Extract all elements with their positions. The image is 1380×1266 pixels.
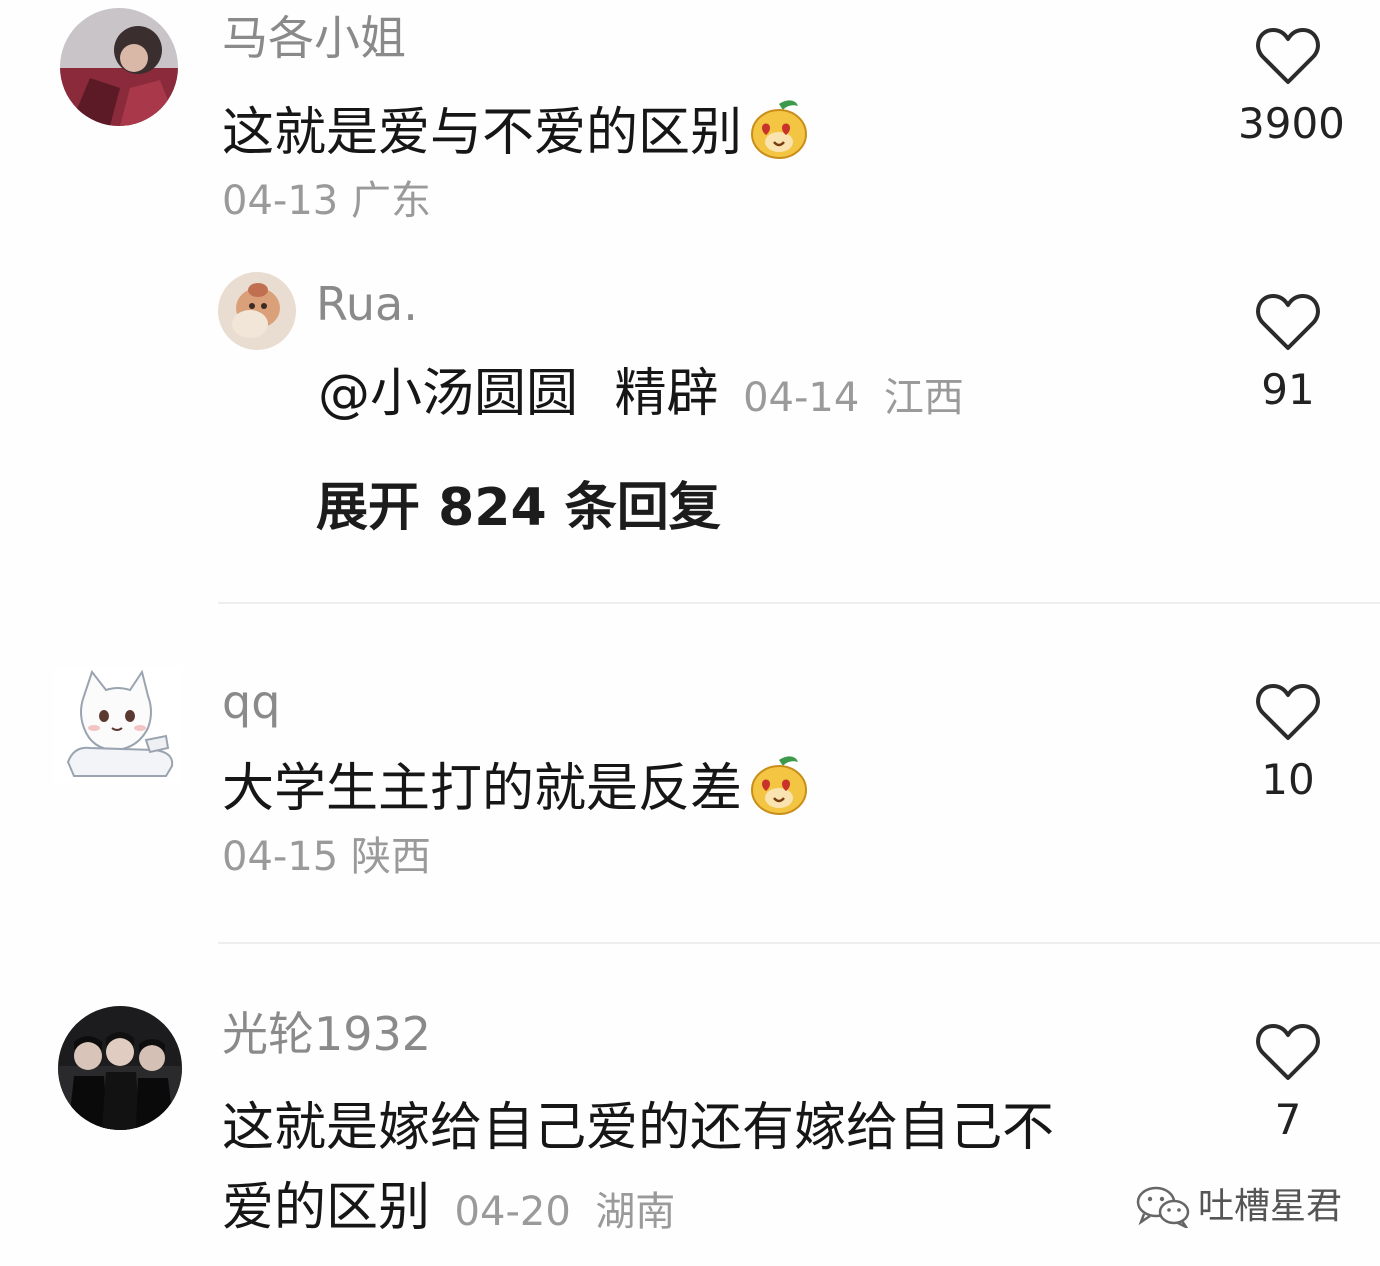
comment-date: 04-15 xyxy=(222,834,339,880)
comment-text-line1: 这就是嫁给自己爱的还有嫁给自己不 xyxy=(222,1098,1055,1158)
comment-text-content: 这就是爱与不爱的区别 xyxy=(222,103,743,163)
comment-username[interactable]: 光轮1932 xyxy=(222,1006,431,1062)
heart-eyes-mango-icon xyxy=(751,100,808,159)
avatar-image xyxy=(60,8,178,126)
heart-eyes-mango-icon xyxy=(751,756,808,815)
reply-date: 04-14 xyxy=(743,375,860,421)
avatar-reply-user[interactable] xyxy=(218,272,296,350)
reply-mention[interactable]: @小汤圆圆 xyxy=(318,364,578,424)
comment-location: 广东 xyxy=(350,178,431,224)
comment-text: 这就是爱与不爱的区别 xyxy=(222,98,810,165)
avatar-image xyxy=(54,666,182,784)
comment-text-content: 爱的区别 xyxy=(222,1178,431,1238)
avatar-user-1[interactable] xyxy=(60,8,178,126)
like-button[interactable]: 3900 xyxy=(1238,26,1345,150)
wechat-icon xyxy=(1136,1186,1190,1231)
comment-username[interactable]: qq xyxy=(222,674,280,730)
comment-text-content: 大学生主打的就是反差 xyxy=(222,759,743,819)
comment-location: 陕西 xyxy=(350,834,431,880)
like-count: 7 xyxy=(1274,1095,1302,1144)
avatar-image xyxy=(218,272,296,350)
reply-text: @小汤圆圆 精辟 04-14 江西 xyxy=(318,362,964,430)
avatar-user-2[interactable] xyxy=(54,666,182,784)
heart-outline-icon xyxy=(1256,684,1320,740)
like-button[interactable]: 10 xyxy=(1238,682,1338,806)
comment-date: 04-20 xyxy=(454,1189,571,1235)
avatar-image xyxy=(58,1006,182,1130)
heart-outline-icon xyxy=(1256,294,1320,350)
comment-location: 湖南 xyxy=(595,1189,676,1235)
comment-text: 大学生主打的就是反差 xyxy=(222,754,810,821)
divider xyxy=(218,602,1380,604)
heart-outline-icon xyxy=(1256,1024,1320,1080)
avatar-user-3[interactable] xyxy=(58,1006,182,1130)
reply-like-button[interactable]: 91 xyxy=(1238,292,1338,416)
divider xyxy=(218,942,1380,944)
reply-location: 江西 xyxy=(883,375,964,421)
comment-meta: 04-15 陕西 xyxy=(222,832,431,882)
comment-date: 04-13 xyxy=(222,178,339,224)
watermark: 吐槽星君 xyxy=(1134,1184,1343,1231)
watermark-text: 吐槽星君 xyxy=(1198,1186,1343,1227)
like-count: 3900 xyxy=(1238,99,1345,148)
comment-list: 马各小姐 这就是爱与不爱的区别 04-13 广东 3900 Rua. @小汤圆圆… xyxy=(0,0,1380,1266)
comment-username[interactable]: 马各小姐 xyxy=(222,10,406,66)
like-count: 91 xyxy=(1261,365,1315,414)
comment-text-line2: 爱的区别 04-20 湖南 xyxy=(222,1176,675,1244)
heart-outline-icon xyxy=(1256,28,1320,84)
expand-replies-button[interactable]: 展开 824 条回复 xyxy=(316,476,721,540)
comment-meta: 04-13 广东 xyxy=(222,176,431,226)
like-count: 10 xyxy=(1261,755,1315,804)
reply-username[interactable]: Rua. xyxy=(316,276,418,332)
like-button[interactable]: 7 xyxy=(1238,1022,1338,1146)
reply-text-content: 精辟 xyxy=(614,364,719,424)
